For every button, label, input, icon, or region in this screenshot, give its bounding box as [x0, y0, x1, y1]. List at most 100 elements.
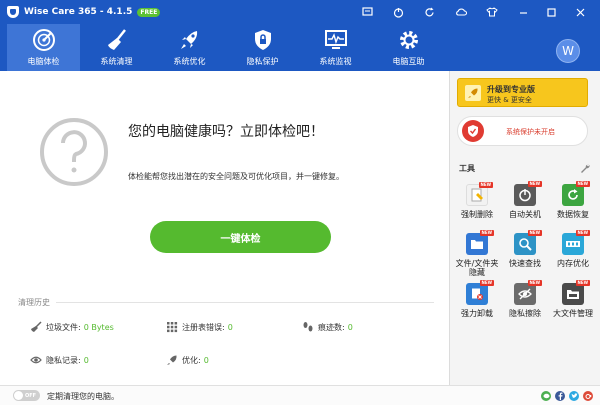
google-plus-icon[interactable]: [583, 391, 593, 401]
tool-label: 自动关机: [509, 210, 541, 219]
new-badge: NEW: [575, 280, 590, 286]
auto-shutdown-icon: NEW: [514, 181, 542, 206]
quick-search-icon: NEW: [514, 230, 542, 255]
tool-force-delete[interactable]: NEW 强制删除: [454, 182, 500, 219]
broom-icon: [30, 321, 42, 333]
shield-lock-icon: [250, 27, 276, 53]
stat-value: 0: [227, 322, 233, 332]
free-badge: FREE: [137, 7, 161, 17]
tool-label: 强制删除: [461, 210, 493, 219]
force-uninstall-icon: NEW: [466, 280, 494, 305]
stat-label: 注册表错误:: [182, 322, 225, 332]
tool-label: 内存优化: [557, 259, 589, 268]
wechat-icon[interactable]: [541, 391, 551, 401]
tools-title: 工具: [459, 164, 475, 173]
folder-hide-icon: NEW: [466, 230, 494, 255]
tool-auto-shutdown[interactable]: NEW 自动关机: [502, 181, 548, 219]
new-badge: NEW: [527, 280, 542, 286]
tab-label: 电脑体检: [27, 57, 60, 66]
power-icon[interactable]: [383, 0, 414, 24]
shield-check-icon: [462, 120, 484, 142]
upgrade-subtitle: 更快 & 更安全: [487, 96, 532, 104]
maximize-button[interactable]: [538, 0, 564, 24]
history-divider: [56, 302, 434, 303]
tool-force-uninstall[interactable]: NEW 强力卸载: [454, 280, 500, 318]
tab-pc-assist[interactable]: 电脑互助: [372, 24, 445, 71]
tool-label: 数据恢复: [557, 210, 589, 219]
stat-label: 痕迹数:: [318, 322, 345, 332]
tool-folder-hide[interactable]: NEW 文件/文件夹隐藏: [454, 230, 500, 277]
status-bar: OFF 定期清理您的电脑。: [0, 385, 600, 405]
stat-value: 0: [347, 322, 353, 332]
page-headline: 您的电脑健康吗？立即体检吧！: [128, 124, 324, 140]
registry-grid-icon: [166, 321, 178, 333]
rocket-upgrade-icon: [465, 85, 481, 101]
stat-traces: 痕迹数: 0: [302, 321, 353, 333]
tool-label: 快速查找: [509, 259, 541, 268]
new-badge: NEW: [527, 230, 542, 236]
new-badge: NEW: [479, 230, 494, 236]
upgrade-title: 升级到专业版: [487, 85, 535, 94]
protection-status: 系统保护未开启: [506, 128, 555, 136]
page-description: 体检能帮您找出潜在的安全问题及可优化项目，并一键修复。: [128, 172, 344, 181]
one-click-checkup-button[interactable]: 一键体检: [150, 221, 331, 253]
tool-label: 大文件管理: [553, 309, 593, 318]
tab-pc-checkup[interactable]: 电脑体检: [7, 24, 80, 71]
system-protection-button[interactable]: 系统保护未开启: [457, 116, 588, 146]
tool-large-file-manager[interactable]: NEW 大文件管理: [550, 280, 596, 318]
gear-tools-icon: [396, 27, 422, 53]
tab-system-cleanup[interactable]: 系统清理: [80, 24, 153, 71]
stat-label: 优化:: [182, 355, 201, 365]
stat-label: 隐私记录:: [46, 355, 81, 365]
large-file-icon: NEW: [562, 280, 590, 305]
rocket-icon: [177, 27, 203, 53]
tool-data-recovery[interactable]: NEW 数据恢复: [550, 181, 596, 219]
tab-system-optimize[interactable]: 系统优化: [153, 24, 226, 71]
refresh-icon[interactable]: [414, 0, 445, 24]
tab-system-monitor[interactable]: 系统监视: [299, 24, 372, 71]
tool-label: 强力卸载: [461, 309, 493, 318]
main-nav: 电脑体检 系统清理 系统优化 隐私保护 系统监视 电脑互助: [0, 24, 600, 71]
toggle-knob: [14, 391, 23, 400]
app-logo-icon: [7, 6, 19, 18]
monitor-icon: [323, 27, 349, 53]
broom-icon: [104, 27, 130, 53]
facebook-icon[interactable]: [555, 391, 565, 401]
new-badge: NEW: [575, 230, 590, 236]
scheduled-cleanup-toggle[interactable]: OFF: [13, 390, 40, 401]
question-mark-icon: [40, 118, 108, 186]
memory-optimize-icon: NEW: [562, 230, 590, 255]
twitter-icon[interactable]: [569, 391, 579, 401]
schedule-text: 定期清理您的电脑。: [47, 392, 119, 401]
tool-label: 文件/文件夹隐藏: [455, 259, 499, 277]
message-icon[interactable]: [352, 0, 383, 24]
tool-quick-search[interactable]: NEW 快速查找: [502, 230, 548, 268]
checkup-panel: 您的电脑健康吗？立即体检吧！ 体检能帮您找出潜在的安全问题及可优化项目，并一键修…: [0, 71, 449, 385]
stat-value: 0: [203, 355, 209, 365]
new-badge: NEW: [478, 182, 493, 188]
cloud-icon[interactable]: [445, 0, 476, 24]
title-bar: Wise Care 365 - 4.1.5 FREE: [0, 0, 600, 24]
stat-privacy-records: 隐私记录: 0: [30, 354, 89, 366]
shirt-icon[interactable]: [476, 0, 507, 24]
avatar[interactable]: W: [556, 39, 580, 63]
tool-privacy-eraser[interactable]: NEW 隐私擦除: [502, 280, 548, 318]
new-badge: NEW: [527, 181, 542, 187]
tab-privacy-protect[interactable]: 隐私保护: [226, 24, 299, 71]
tab-label: 系统优化: [173, 57, 206, 66]
upgrade-pro-button[interactable]: 升级到专业版 更快 & 更安全: [457, 78, 588, 107]
wrench-icon[interactable]: [580, 163, 590, 173]
minimize-button[interactable]: [510, 0, 536, 24]
stat-value: 0: [83, 355, 89, 365]
toggle-state: OFF: [25, 392, 37, 399]
new-badge: NEW: [575, 181, 590, 187]
data-recovery-icon: NEW: [562, 181, 590, 206]
tool-memory-optimize[interactable]: NEW 内存优化: [550, 230, 596, 268]
close-button[interactable]: [567, 0, 593, 24]
tab-label: 电脑互助: [392, 57, 425, 66]
new-badge: NEW: [479, 280, 494, 286]
tab-label: 系统清理: [100, 57, 133, 66]
radar-icon: [31, 27, 57, 53]
right-sidebar: 升级到专业版 更快 & 更安全 系统保护未开启 工具 NEW 强制删除 NEW …: [449, 71, 600, 385]
stat-junk-files: 垃圾文件: 0 Bytes: [30, 321, 114, 333]
